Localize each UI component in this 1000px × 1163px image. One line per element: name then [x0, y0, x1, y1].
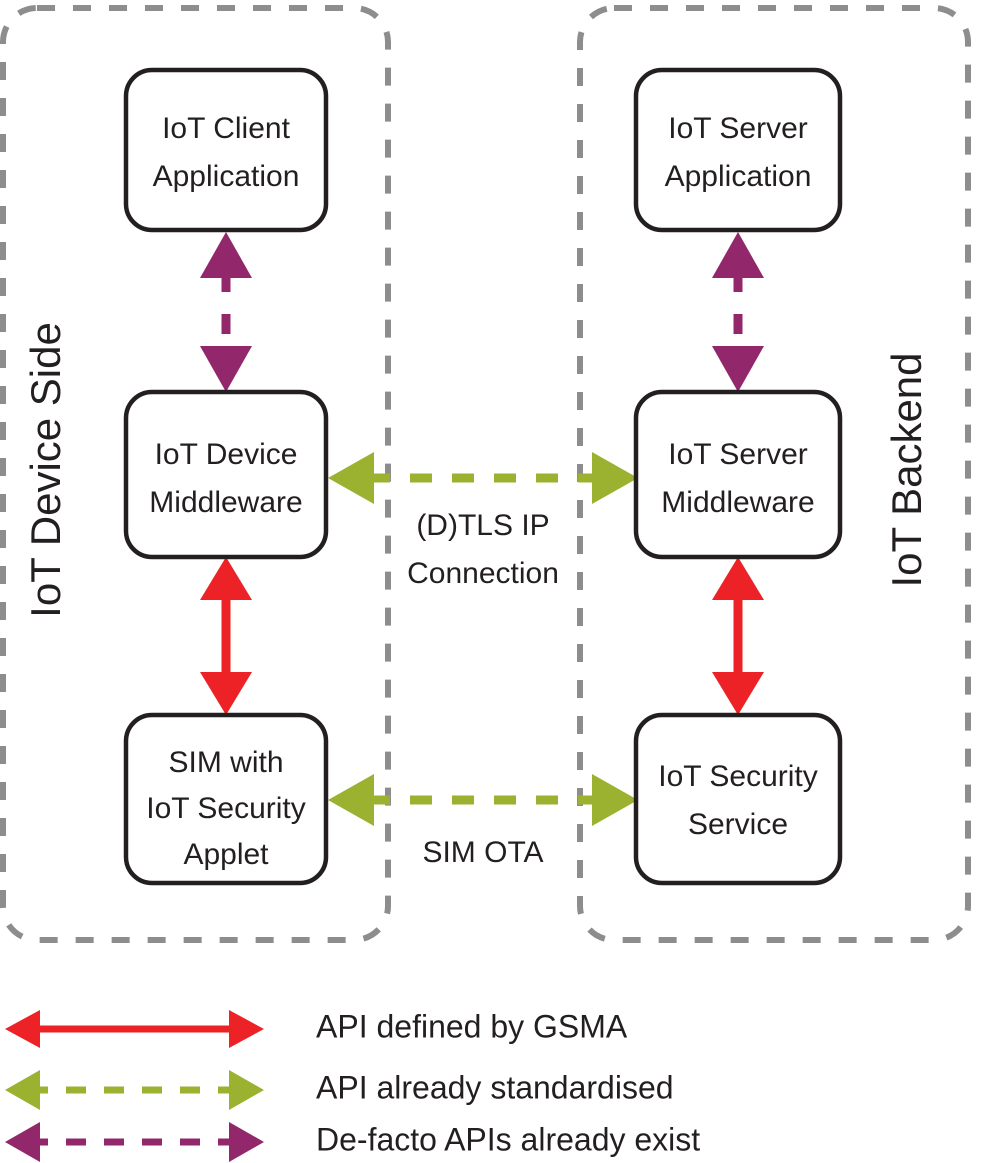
node-iot-server-middleware[interactable]: IoT Server Middleware — [633, 389, 843, 560]
node-iot-security-service-box[interactable] — [633, 712, 843, 886]
node-iot-client-application-line-1: IoT Client — [162, 112, 291, 145]
connection-device-middleware-to-sim — [200, 557, 252, 715]
node-iot-device-middleware[interactable]: IoT Device Middleware — [123, 389, 329, 560]
legend-label-api-already-standardised: API already standardised — [316, 1069, 674, 1105]
connection-label-dtls-line-1: (D)TLS IP — [416, 509, 549, 542]
legend-item-api-defined-by-gsma: API defined by GSMA — [5, 1008, 628, 1048]
legend: API defined by GSMA API already standard… — [5, 1008, 700, 1162]
node-iot-server-application[interactable]: IoT Server Application — [633, 67, 843, 233]
node-iot-server-application-box[interactable] — [633, 67, 843, 233]
arrowhead-up-icon — [200, 557, 252, 600]
node-iot-client-application-box[interactable] — [123, 67, 329, 233]
zone-backend-label: IoT Backend — [883, 352, 930, 587]
arrowhead-left-icon — [328, 774, 374, 826]
connection-sim-to-security-service: SIM OTA — [328, 774, 638, 869]
arrowhead-up-icon — [712, 557, 764, 600]
arrowhead-up-icon — [712, 232, 764, 278]
legend-arrowhead-left-icon — [5, 1070, 40, 1110]
node-iot-server-application-line-2: Application — [665, 160, 812, 193]
iot-security-architecture-diagram: IoT Device Side IoT Backend (D)TLS IP Co… — [0, 5, 971, 1162]
connection-device-middleware-to-server-middleware: (D)TLS IP Connection — [328, 452, 638, 590]
arrowhead-down-icon — [200, 672, 252, 715]
node-iot-device-middleware-line-1: IoT Device — [155, 438, 298, 471]
connection-server-middleware-to-security-service — [712, 557, 764, 715]
legend-arrowhead-left-icon — [5, 1122, 40, 1162]
node-sim-with-iot-security-applet-line-1: SIM with — [168, 746, 283, 779]
legend-label-de-facto-apis-already-exist: De-facto APIs already exist — [316, 1121, 700, 1157]
zone-device-side-label: IoT Device Side — [22, 322, 69, 618]
connection-label-dtls-line-2: Connection — [407, 557, 559, 590]
node-iot-server-middleware-line-1: IoT Server — [668, 438, 808, 471]
arrowhead-up-icon — [200, 232, 252, 278]
node-iot-device-middleware-box[interactable] — [123, 389, 329, 560]
connection-server-application-to-server-middleware — [712, 232, 764, 392]
legend-label-api-defined-by-gsma: API defined by GSMA — [316, 1008, 628, 1044]
legend-arrowhead-right-icon — [229, 1122, 264, 1162]
node-iot-security-service[interactable]: IoT Security Service — [633, 712, 843, 886]
node-iot-server-middleware-box[interactable] — [633, 389, 843, 560]
legend-arrowhead-left-icon — [5, 1010, 40, 1048]
node-iot-client-application[interactable]: IoT Client Application — [123, 67, 329, 233]
connection-label-sim-ota: SIM OTA — [422, 836, 543, 869]
node-iot-client-application-line-2: Application — [153, 160, 300, 193]
node-iot-server-middleware-line-2: Middleware — [661, 486, 814, 519]
node-iot-security-service-line-2: Service — [688, 808, 788, 841]
legend-item-de-facto-apis-already-exist: De-facto APIs already exist — [5, 1121, 700, 1162]
arrowhead-down-icon — [200, 346, 252, 392]
legend-item-api-already-standardised: API already standardised — [5, 1069, 674, 1110]
node-sim-with-iot-security-applet-line-3: Applet — [183, 838, 269, 871]
arrowhead-right-icon — [592, 452, 638, 504]
node-iot-server-application-line-1: IoT Server — [668, 112, 808, 145]
arrowhead-right-icon — [592, 774, 638, 826]
legend-arrowhead-right-icon — [229, 1070, 264, 1110]
arrowhead-left-icon — [328, 452, 374, 504]
node-iot-security-service-line-1: IoT Security — [658, 760, 818, 793]
arrowhead-down-icon — [712, 346, 764, 392]
diagram-canvas: IoT Device Side IoT Backend (D)TLS IP Co… — [0, 0, 1000, 1163]
connection-client-to-device-middleware — [200, 232, 252, 392]
legend-arrowhead-right-icon — [229, 1010, 264, 1048]
node-sim-with-iot-security-applet[interactable]: SIM with IoT Security Applet — [123, 712, 329, 886]
node-iot-device-middleware-line-2: Middleware — [149, 486, 302, 519]
node-sim-with-iot-security-applet-line-2: IoT Security — [146, 792, 306, 825]
arrowhead-down-icon — [712, 672, 764, 715]
